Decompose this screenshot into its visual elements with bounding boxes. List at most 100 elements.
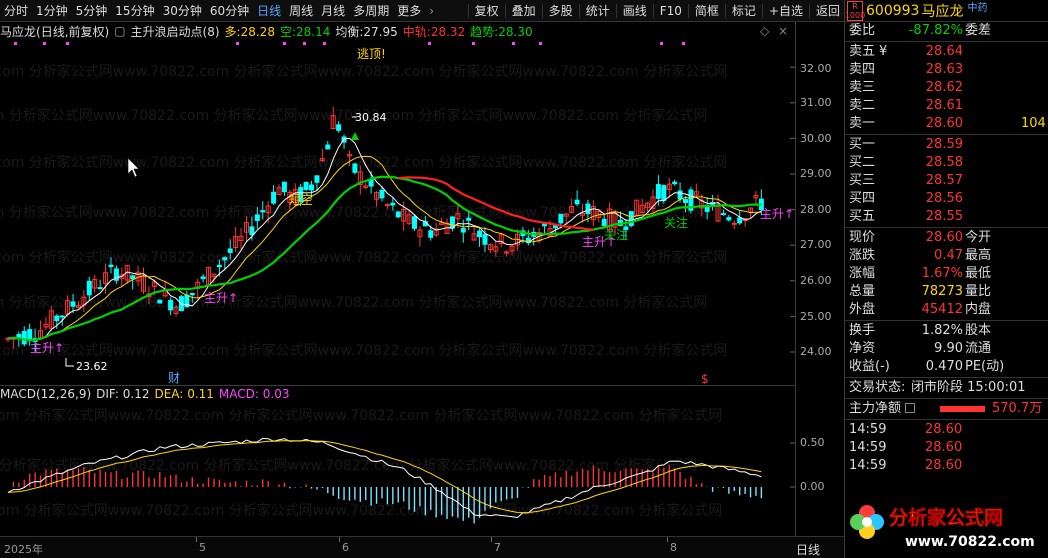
- buy-level[interactable]: 买三 28.57: [845, 172, 1048, 190]
- price-tick: 32.00: [800, 62, 832, 75]
- sell-level[interactable]: 卖二 28.61: [845, 97, 1048, 115]
- candle-body: [227, 248, 233, 253]
- buy-level[interactable]: 买四 28.56: [845, 190, 1048, 208]
- stock-code: 600993: [866, 2, 920, 19]
- fundamentals-block: 换手 1.82% 股本 净资 9.90 流通 收益(-) 0.470 PE(动): [845, 322, 1048, 376]
- signal-dot: [323, 42, 326, 45]
- sell-level[interactable]: 卖三 28.62: [845, 79, 1048, 97]
- tool-button-8[interactable]: +自选: [765, 0, 807, 22]
- finance-marker: 财: [168, 371, 180, 384]
- buy-level[interactable]: 买五 28.55: [845, 208, 1048, 226]
- candle-body: [683, 199, 688, 203]
- candle-body: [542, 223, 548, 227]
- candle-body: [585, 203, 591, 215]
- macd-chart[interactable]: .com 分析家公式网www.70822.com 分析家公式网www.70822…: [0, 402, 795, 536]
- diamond-icon[interactable]: ◇: [760, 24, 769, 38]
- macd-tick: 0.50: [800, 436, 825, 449]
- sell-level[interactable]: 卖一 28.60 104: [845, 115, 1048, 133]
- kline-chart[interactable]: .com 分析家公式网www.70822.com 分析家公式网www.70822…: [0, 40, 795, 384]
- indicator-value-2: 均衡:27.95: [335, 24, 398, 39]
- candle-body: [379, 189, 385, 199]
- tool-button-9[interactable]: 返回: [812, 0, 844, 22]
- candle-body: [303, 181, 309, 190]
- sector-tag[interactable]: 中药: [967, 0, 987, 14]
- time-tick: 6: [342, 541, 349, 554]
- candle-body: [325, 144, 331, 150]
- stock-name: 马应龙: [0, 24, 37, 39]
- sell-level[interactable]: 卖五 ¥28.64: [845, 43, 1048, 61]
- candle-body: [390, 202, 396, 206]
- candle-body: [726, 217, 732, 221]
- candle-body: [428, 230, 434, 238]
- tool-button-2[interactable]: 多股: [545, 0, 577, 22]
- price-tick: 27.00: [800, 238, 832, 251]
- attention-label: 关注: [604, 227, 628, 242]
- list-icon[interactable]: [905, 403, 915, 413]
- dividend-marker: $: [701, 372, 709, 384]
- candle-body: [352, 163, 358, 173]
- buy-book: 买一 28.59 买二 28.58 买三 28.57 买四 28.56 买五 28.55: [845, 136, 1048, 226]
- price-tick: 25.00: [800, 310, 832, 323]
- buy-level[interactable]: 买一 28.59: [845, 136, 1048, 154]
- candle-body: [157, 299, 163, 304]
- tool-button-5[interactable]: F10: [656, 0, 686, 22]
- signal-dot: [472, 42, 475, 45]
- candle-body: [482, 234, 488, 245]
- candle-body: [412, 216, 417, 229]
- time-tick: 7: [494, 541, 501, 554]
- signal-dot: [682, 42, 685, 45]
- signal-dot: [14, 42, 17, 45]
- tool-button-0[interactable]: 复权: [471, 0, 503, 22]
- indicator-name[interactable]: 主升浪启动点(8): [131, 23, 220, 40]
- candle-body: [466, 217, 472, 221]
- time-tick: 8: [670, 541, 677, 554]
- period-tab-7[interactable]: 周线: [285, 0, 317, 22]
- candle-body: [477, 230, 483, 238]
- tool-button-6[interactable]: 简框: [691, 0, 723, 22]
- period-tab-8[interactable]: 月线: [317, 0, 349, 22]
- period-tab-3[interactable]: 15分钟: [111, 0, 158, 22]
- candle-body: [336, 124, 342, 131]
- candle-body: [395, 211, 401, 218]
- candle-body: [54, 315, 60, 322]
- candle-body: [249, 226, 255, 236]
- more-arrow-icon[interactable]: ›: [425, 0, 438, 22]
- dea-line: [7, 440, 762, 514]
- sell-level[interactable]: 卖四 28.63: [845, 61, 1048, 79]
- period-tab-6[interactable]: 日线: [253, 0, 285, 22]
- dea-label: DEA: 0.11: [154, 387, 214, 401]
- tool-button-4[interactable]: 画线: [619, 0, 651, 22]
- period-tab-4[interactable]: 30分钟: [159, 0, 206, 22]
- period-tab-0[interactable]: 分时: [0, 0, 32, 22]
- price-tick: 24.00: [800, 345, 832, 358]
- candle-body: [21, 331, 27, 345]
- stat-row: 涨幅 1.67% 最低: [849, 266, 992, 281]
- period-tab-10[interactable]: 更多: [393, 0, 425, 22]
- watermark: .com 分析家公式网www.70822.com 分析家公式网www.70822…: [0, 407, 722, 424]
- tool-button-7[interactable]: 标记: [728, 0, 760, 22]
- period-tab-1[interactable]: 1分钟: [32, 0, 72, 22]
- price-tick: 30.00: [800, 132, 832, 145]
- tool-button-3[interactable]: 统计: [582, 0, 614, 22]
- tool-button-1[interactable]: 叠加: [508, 0, 540, 22]
- candle-body: [260, 210, 266, 213]
- tick-list: 14:59 28.60 14:59 28.60 14:59 28.60: [845, 421, 1048, 475]
- buy-level[interactable]: 买二 28.58: [845, 154, 1048, 172]
- stat-row: 现价 28.60 今开: [849, 230, 992, 245]
- period-tab-2[interactable]: 5分钟: [72, 0, 112, 22]
- period-tab-5[interactable]: 60分钟: [206, 0, 253, 22]
- candle-body: [655, 184, 661, 199]
- candle-body: [86, 280, 92, 296]
- chart-mode: (日线,前复权): [36, 24, 110, 39]
- time-axis: 日线 2025年 5 6 7 8: [0, 536, 844, 558]
- r-badge: R 1000: [844, 0, 866, 21]
- indicator-value-4: 趋势:28.30: [470, 24, 533, 39]
- close-icon[interactable]: ×: [778, 24, 788, 38]
- macd-name[interactable]: MACD(12,26,9): [0, 387, 91, 401]
- settings-icon[interactable]: ▢: [114, 24, 125, 38]
- tick-row: 14:59 28.60: [849, 458, 963, 473]
- macd-tick: 0.00: [800, 480, 825, 493]
- period-tab-9[interactable]: 多周期: [349, 0, 393, 22]
- indicator-value-1: 空:28.14: [279, 24, 331, 39]
- candle-body: [130, 275, 136, 280]
